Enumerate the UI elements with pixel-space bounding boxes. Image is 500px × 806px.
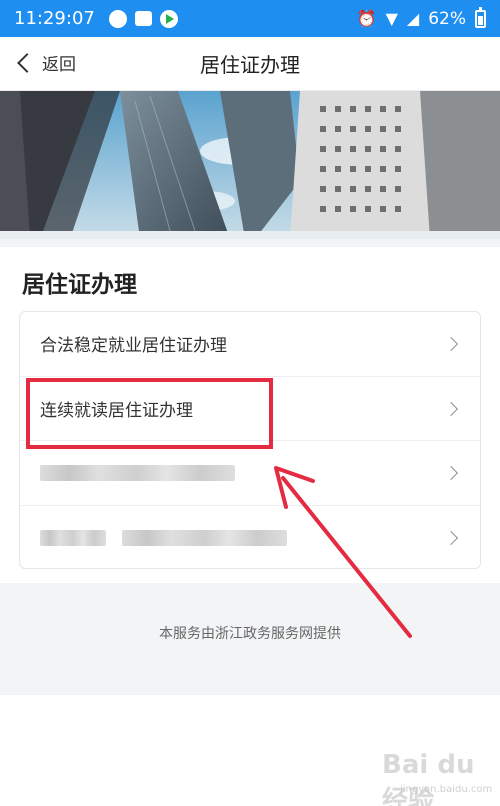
status-time: 11:29:07 <box>14 8 95 29</box>
list-item-label: 合法稳定就业居住证办理 <box>40 336 227 357</box>
chevron-right-icon <box>443 401 459 416</box>
list-item-blurred-1[interactable] <box>20 441 480 506</box>
signal-icon: ◢ <box>406 9 420 28</box>
watermark-logo: Bai du 经验 <box>382 750 475 806</box>
blurred-label <box>40 464 235 481</box>
footer-text: 本服务由浙江政务服务网提供 <box>159 626 341 642</box>
alarm-icon: ⏰ <box>356 9 377 28</box>
blurred-label <box>40 529 106 546</box>
mail-icon <box>134 11 152 26</box>
chat-icon <box>108 9 127 28</box>
banner-image <box>0 91 500 239</box>
section-title: 居住证办理 <box>22 272 137 298</box>
status-bar: 11:29:07 ⏰ ▼ ◢ 62% <box>0 0 500 37</box>
play-icon <box>159 9 178 28</box>
back-button[interactable]: 返回 <box>16 50 76 75</box>
status-right: ⏰ ▼ ◢ 62% <box>356 6 486 29</box>
chevron-right-icon <box>443 530 459 545</box>
highlight-box <box>26 378 273 449</box>
chevron-right-icon <box>443 465 459 481</box>
watermark-url: jingyan.baidu.com <box>400 784 493 795</box>
nav-bar: 返回 居住证办理 <box>0 37 500 91</box>
list-item-stable-employment[interactable]: 合法稳定就业居住证办理 <box>20 312 480 377</box>
battery-percent: 62% <box>428 8 466 29</box>
battery-fill <box>478 15 483 25</box>
wifi-icon: ▼ <box>385 9 398 28</box>
banner-illustration <box>0 91 500 239</box>
status-left: 11:29:07 <box>14 8 178 29</box>
battery-icon <box>475 6 486 28</box>
blurred-label <box>122 529 287 546</box>
back-chevron-icon <box>17 52 37 73</box>
page-title: 居住证办理 <box>200 53 300 77</box>
back-label: 返回 <box>42 55 76 75</box>
chevron-right-icon <box>443 336 459 352</box>
list-item-blurred-2[interactable] <box>20 506 480 569</box>
